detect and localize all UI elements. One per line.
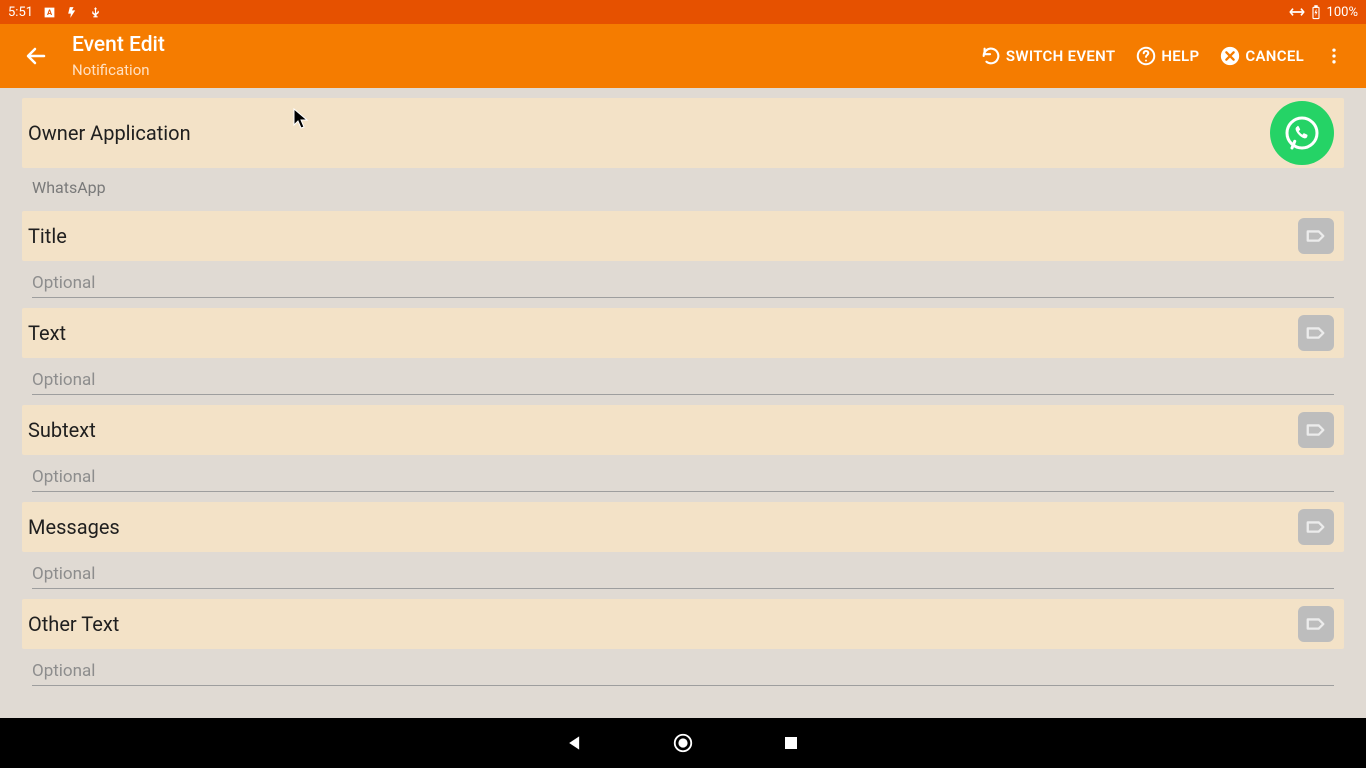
- status-time: 5:51: [8, 5, 33, 20]
- messages-input[interactable]: [32, 558, 1334, 589]
- messages-header: Messages: [22, 502, 1344, 552]
- help-label: HELP: [1161, 47, 1199, 65]
- subtext-label: Subtext: [28, 418, 96, 442]
- arrow-left-icon: [24, 44, 48, 68]
- owner-application-header: Owner Application: [22, 98, 1344, 168]
- switch-event-label: SWITCH EVENT: [1006, 47, 1115, 65]
- triangle-back-icon: [565, 733, 585, 753]
- label-icon: [1305, 516, 1327, 538]
- owner-application-value: WhatsApp: [22, 168, 1344, 203]
- section-title: Title: [22, 211, 1344, 300]
- content-area: Owner Application WhatsApp Title: [0, 88, 1366, 718]
- text-header: Text: [22, 308, 1344, 358]
- label-icon: [1305, 613, 1327, 635]
- app-indicator-icon: A: [43, 6, 56, 19]
- status-bar: 5:51 A 100%: [0, 0, 1366, 24]
- nav-home-button[interactable]: [669, 729, 697, 757]
- refresh-icon: [980, 45, 1002, 67]
- subtext-input[interactable]: [32, 461, 1334, 492]
- text-label: Text: [28, 321, 66, 345]
- section-other-text: Other Text: [22, 599, 1344, 688]
- text-tag-button[interactable]: [1298, 315, 1334, 351]
- nav-back-button[interactable]: [561, 729, 589, 757]
- lightning-icon: [66, 6, 79, 19]
- messages-label: Messages: [28, 515, 120, 539]
- other-text-label: Other Text: [28, 612, 119, 636]
- battery-percent: 100%: [1327, 5, 1358, 20]
- owner-application-label: Owner Application: [28, 121, 191, 145]
- section-text: Text: [22, 308, 1344, 397]
- switch-event-button[interactable]: SWITCH EVENT: [974, 39, 1121, 73]
- other-text-header: Other Text: [22, 599, 1344, 649]
- cancel-icon: [1219, 45, 1241, 67]
- title-label: Title: [28, 224, 67, 248]
- title-input[interactable]: [32, 267, 1334, 298]
- other-text-tag-button[interactable]: [1298, 606, 1334, 642]
- nav-recent-button[interactable]: [777, 729, 805, 757]
- section-owner-application: Owner Application WhatsApp: [22, 98, 1344, 203]
- text-input[interactable]: [32, 364, 1334, 395]
- messages-tag-button[interactable]: [1298, 509, 1334, 545]
- label-icon: [1305, 322, 1327, 344]
- title-header: Title: [22, 211, 1344, 261]
- usb-icon: [89, 6, 102, 19]
- whatsapp-icon: [1282, 113, 1322, 153]
- other-text-input[interactable]: [32, 655, 1334, 686]
- title-wrap: Event Edit Notification: [72, 33, 165, 78]
- back-button[interactable]: [16, 36, 56, 76]
- help-icon: [1135, 45, 1157, 67]
- system-nav-bar: [0, 718, 1366, 768]
- section-subtext: Subtext: [22, 405, 1344, 494]
- section-messages: Messages: [22, 502, 1344, 591]
- cancel-label: CANCEL: [1245, 47, 1304, 65]
- square-recent-icon: [782, 734, 800, 752]
- cancel-button[interactable]: CANCEL: [1213, 39, 1310, 73]
- page-title: Event Edit: [72, 33, 165, 58]
- label-icon: [1305, 225, 1327, 247]
- subtext-tag-button[interactable]: [1298, 412, 1334, 448]
- battery-icon: [1311, 5, 1321, 20]
- label-icon: [1305, 419, 1327, 441]
- subtext-header: Subtext: [22, 405, 1344, 455]
- app-bar: Event Edit Notification SWITCH EVENT HEL…: [0, 24, 1366, 88]
- title-tag-button[interactable]: [1298, 218, 1334, 254]
- page-subtitle: Notification: [72, 61, 165, 79]
- owner-application-icon-button[interactable]: [1270, 101, 1334, 165]
- circle-home-icon: [672, 732, 694, 754]
- more-vert-icon: [1324, 46, 1344, 66]
- expand-icon: [1289, 6, 1305, 18]
- help-button[interactable]: HELP: [1129, 39, 1205, 73]
- overflow-menu-button[interactable]: [1318, 46, 1350, 66]
